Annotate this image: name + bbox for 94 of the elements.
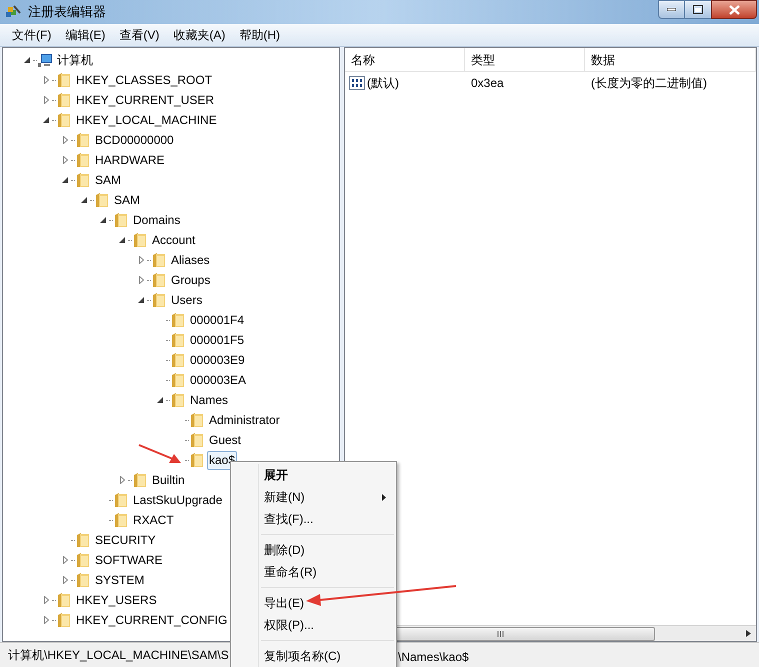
menu-item[interactable]: 收藏夹(A) <box>173 26 226 44</box>
folder-icon <box>189 432 205 448</box>
tree-item[interactable]: SOFTWARE <box>93 550 165 570</box>
menu-item[interactable]: 重命名(R) <box>231 561 396 583</box>
folder-icon <box>113 212 129 228</box>
folder-icon <box>189 452 205 468</box>
tree-item[interactable]: 计算机 <box>55 50 95 70</box>
caret-icon[interactable] <box>100 217 106 223</box>
caret-icon[interactable] <box>81 197 87 203</box>
close-icon <box>728 4 740 14</box>
folder-icon <box>56 592 72 608</box>
tree-item[interactable]: Builtin <box>150 470 187 490</box>
maximize-icon <box>693 5 703 14</box>
folder-icon <box>151 292 167 308</box>
menu-item[interactable]: 权限(P)... <box>231 614 396 636</box>
caret-icon[interactable] <box>138 297 144 303</box>
folder-icon <box>56 612 72 628</box>
folder-icon <box>94 192 110 208</box>
tree-item[interactable]: Domains <box>131 210 182 230</box>
tree-item[interactable]: 000001F5 <box>188 330 246 350</box>
tree-item[interactable]: LastSkuUpgrade <box>131 490 224 510</box>
tree-item[interactable]: Users <box>169 290 204 310</box>
status-path: \Names\kao$ <box>398 649 469 666</box>
menu-item[interactable]: 导出(E) <box>231 592 396 614</box>
tree-item[interactable]: BCD00000000 <box>93 130 176 150</box>
folder-icon <box>170 372 186 388</box>
tree-item[interactable]: HKEY_CLASSES_ROOT <box>74 70 214 90</box>
tree-item[interactable]: 000003E9 <box>188 350 247 370</box>
folder-icon <box>151 252 167 268</box>
menu-item[interactable]: 查看(V) <box>119 26 160 44</box>
tree-item[interactable]: SYSTEM <box>93 570 146 590</box>
folder-icon <box>56 112 72 128</box>
folder-icon <box>132 472 148 488</box>
folder-icon <box>56 72 72 88</box>
tree-item[interactable]: 000003EA <box>188 370 248 390</box>
menu-item[interactable]: 编辑(E) <box>65 26 106 44</box>
tree-item[interactable]: Account <box>150 230 198 250</box>
tree-item[interactable]: SAM <box>112 190 142 210</box>
folder-icon <box>75 572 91 588</box>
menu-item[interactable]: 文件(F) <box>12 26 52 44</box>
folder-icon <box>170 352 186 368</box>
registry-icon <box>5 4 22 20</box>
folder-icon <box>170 392 186 408</box>
folder-icon <box>75 552 91 568</box>
folder-icon <box>132 232 148 248</box>
tree-item[interactable]: HKEY_CURRENT_USER <box>74 90 216 110</box>
folder-icon <box>170 312 186 328</box>
binary-value-icon <box>349 76 365 90</box>
minimize-icon <box>667 8 676 11</box>
tree-item[interactable]: HARDWARE <box>93 150 167 170</box>
tree-item[interactable]: HKEY_CURRENT_CONFIG <box>74 610 230 630</box>
folder-icon <box>75 172 91 188</box>
tree-item[interactable]: Guest <box>207 430 244 450</box>
folder-icon <box>56 92 72 108</box>
caret-icon[interactable] <box>119 237 125 243</box>
computer-icon <box>37 52 53 68</box>
right-arrow-icon[interactable] <box>746 630 751 637</box>
folder-icon <box>113 512 129 528</box>
caret-icon[interactable] <box>62 177 68 183</box>
tree-item[interactable]: Groups <box>169 270 212 290</box>
caret-icon[interactable] <box>24 57 30 63</box>
value-type: 0x3ea <box>470 75 505 92</box>
folder-icon <box>151 272 167 288</box>
caret-icon[interactable] <box>157 397 163 403</box>
tree-item[interactable]: HKEY_USERS <box>74 590 159 610</box>
menu-item[interactable]: 复制项名称(C) <box>231 645 396 667</box>
tree-item[interactable]: Administrator <box>207 410 282 430</box>
tree-item[interactable]: SAM <box>93 170 124 190</box>
menu-item[interactable]: 查找(F)... <box>231 508 396 530</box>
minimize-button[interactable] <box>658 0 685 19</box>
menu-item[interactable]: 删除(D) <box>231 539 396 561</box>
folder-icon <box>75 132 91 148</box>
maximize-button[interactable] <box>685 0 711 19</box>
value-data: (长度为零的二进制值) <box>590 75 707 92</box>
folder-icon <box>113 492 129 508</box>
folder-icon <box>189 412 205 428</box>
grip-icon <box>497 630 504 636</box>
value-name: (默认) <box>367 75 399 92</box>
tree-item[interactable]: 000001F4 <box>188 310 246 330</box>
menu-item[interactable]: 新建(N) <box>231 486 396 508</box>
folder-icon <box>170 332 186 348</box>
tree-item[interactable]: Names <box>188 390 230 410</box>
folder-icon <box>75 152 91 168</box>
tree-item[interactable]: HKEY_LOCAL_MACHINE <box>74 110 219 130</box>
tree-item[interactable]: RXACT <box>131 510 176 530</box>
caret-icon[interactable] <box>43 117 49 123</box>
close-button[interactable] <box>711 0 757 19</box>
tree-item[interactable]: SECURITY <box>93 530 158 550</box>
window-title: 注册表编辑器 <box>28 3 106 22</box>
status-path: 计算机\HKEY_LOCAL_MACHINE\SAM\S <box>7 647 229 664</box>
tree-item[interactable]: Aliases <box>169 250 212 270</box>
submenu-arrow-icon <box>382 494 386 500</box>
menu-item[interactable]: 帮助(H) <box>239 26 280 44</box>
folder-icon <box>75 532 91 548</box>
